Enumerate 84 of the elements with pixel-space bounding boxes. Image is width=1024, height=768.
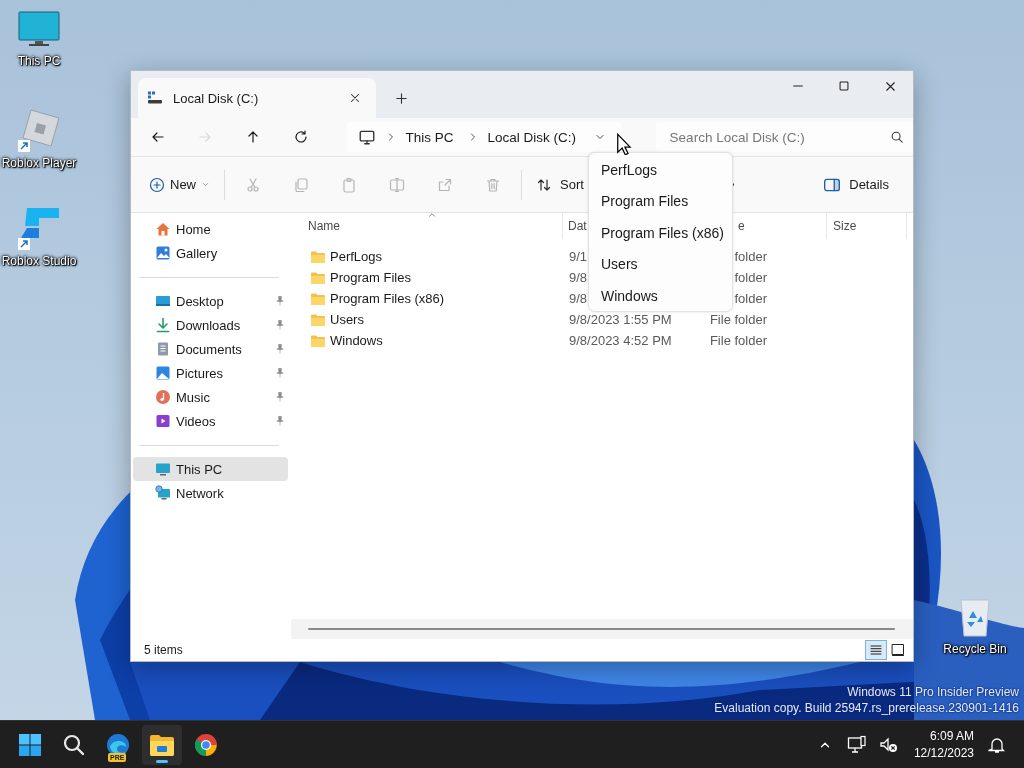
breadcrumb-link[interactable]: This PC — [405, 129, 454, 145]
type-cell: File folder — [709, 312, 767, 327]
maximize-icon — [837, 79, 851, 93]
date-cell: 9/8 — [569, 270, 588, 285]
file-name[interactable]: Program Files — [330, 270, 411, 285]
bell-icon — [988, 735, 1006, 754]
item-count: 5 items — [144, 643, 184, 657]
type-cell: File folder — [709, 333, 767, 348]
file-name[interactable]: PerfLogs — [330, 249, 383, 264]
menu-item[interactable]: PerfLogs — [589, 154, 732, 186]
close-icon — [348, 91, 362, 105]
trash-icon — [485, 176, 501, 193]
file-name[interactable]: Program Files (x86) — [330, 291, 445, 306]
rename-icon — [389, 176, 405, 193]
network-icon — [155, 485, 171, 501]
caret-icon — [201, 180, 210, 189]
address-bar[interactable]: This PC Local Disk (C:) — [346, 122, 621, 152]
sidebar-item[interactable]: Pictures — [133, 361, 288, 385]
download-arrow-icon — [155, 317, 171, 333]
share-icon — [437, 176, 453, 193]
recycle-bin-icon — [957, 596, 993, 638]
date-cell: 9/8 — [569, 291, 588, 306]
sidebar-item[interactable]: Downloads — [133, 313, 288, 337]
menu-item[interactable]: Program Files (x86) — [589, 217, 732, 249]
sidebar-item[interactable]: Home — [133, 217, 288, 241]
date-cell: 9/1 — [569, 249, 588, 264]
sidebar-item[interactable]: Desktop — [133, 289, 288, 313]
evaluation-text: Windows 11 Pro Insider Preview — [847, 684, 1019, 700]
sidebar-item[interactable]: Gallery — [133, 241, 288, 265]
search-icon — [890, 130, 904, 144]
desktop-icon — [155, 293, 171, 309]
folder-icon — [149, 732, 175, 757]
column-header[interactable]: Dat — [568, 219, 587, 233]
video-icon — [155, 413, 171, 429]
search-icon — [62, 732, 86, 757]
type-cell: folder — [734, 270, 767, 285]
sort-caret-icon — [427, 210, 437, 220]
menu-item[interactable]: Windows — [589, 280, 732, 312]
monitor-icon — [846, 734, 867, 755]
new-button[interactable]: New — [143, 167, 216, 202]
evaluation-text: Evaluation copy. Build 25947.rs_prerelease.230901-1416 — [714, 700, 1019, 716]
file-explorer-button[interactable] — [142, 724, 182, 765]
horizontal-scrollbar[interactable] — [291, 619, 913, 639]
search-field[interactable]: Search Local Disk (C:) — [655, 122, 913, 152]
lines-icon — [868, 642, 884, 658]
sidebar-item[interactable]: Music — [133, 385, 288, 409]
sidebar-item[interactable]: Videos — [133, 409, 288, 433]
type-cell: folder — [734, 249, 767, 264]
sidebar-item[interactable]: Documents — [133, 337, 288, 361]
plus-icon — [393, 90, 409, 106]
menu-item[interactable]: Users — [589, 248, 732, 280]
picture-icon — [155, 365, 171, 381]
square-icon — [890, 642, 906, 658]
music-note-icon — [155, 389, 171, 405]
column-header[interactable]: Size — [833, 219, 857, 233]
house-icon — [155, 221, 171, 237]
drive-icon — [147, 90, 163, 106]
date-cell: 9/8/2023 1:55 PM — [569, 312, 672, 327]
scissors-icon — [245, 176, 261, 193]
sort-button[interactable]: Sort — [530, 167, 590, 202]
breadcrumb-link[interactable]: Local Disk (C:) — [487, 129, 577, 145]
sidebar-item[interactable]: Network — [133, 481, 288, 505]
windows-logo-icon — [18, 732, 42, 757]
document-icon — [155, 341, 171, 357]
column-header[interactable]: e — [738, 219, 745, 233]
desktop-icon-label[interactable]: Recycle Bin — [943, 642, 1007, 656]
type-cell: folder — [734, 291, 767, 306]
tab[interactable]: Local Disk (C:) — [138, 78, 376, 118]
menu-item[interactable]: Program Files — [589, 185, 732, 217]
monitor-icon — [155, 461, 171, 477]
details-button[interactable]: Details — [817, 167, 895, 202]
sidebar-item[interactable]: This PC — [133, 457, 288, 481]
date-cell: 9/8/2023 4:52 PM — [569, 333, 672, 348]
clock[interactable]: 6:09 AM 12/12/2023 — [907, 727, 978, 762]
file-name[interactable]: Windows — [330, 333, 383, 348]
chrome-logo-icon — [194, 732, 218, 757]
details-view-button[interactable] — [865, 640, 887, 660]
plus-circle-icon — [149, 176, 165, 193]
gallery-icon — [155, 245, 171, 261]
monitor-icon — [357, 128, 376, 146]
clipboard-icon — [341, 176, 357, 193]
file-name[interactable]: Users — [330, 312, 364, 327]
copy-icon — [293, 176, 309, 193]
column-header[interactable]: Name — [308, 219, 340, 233]
